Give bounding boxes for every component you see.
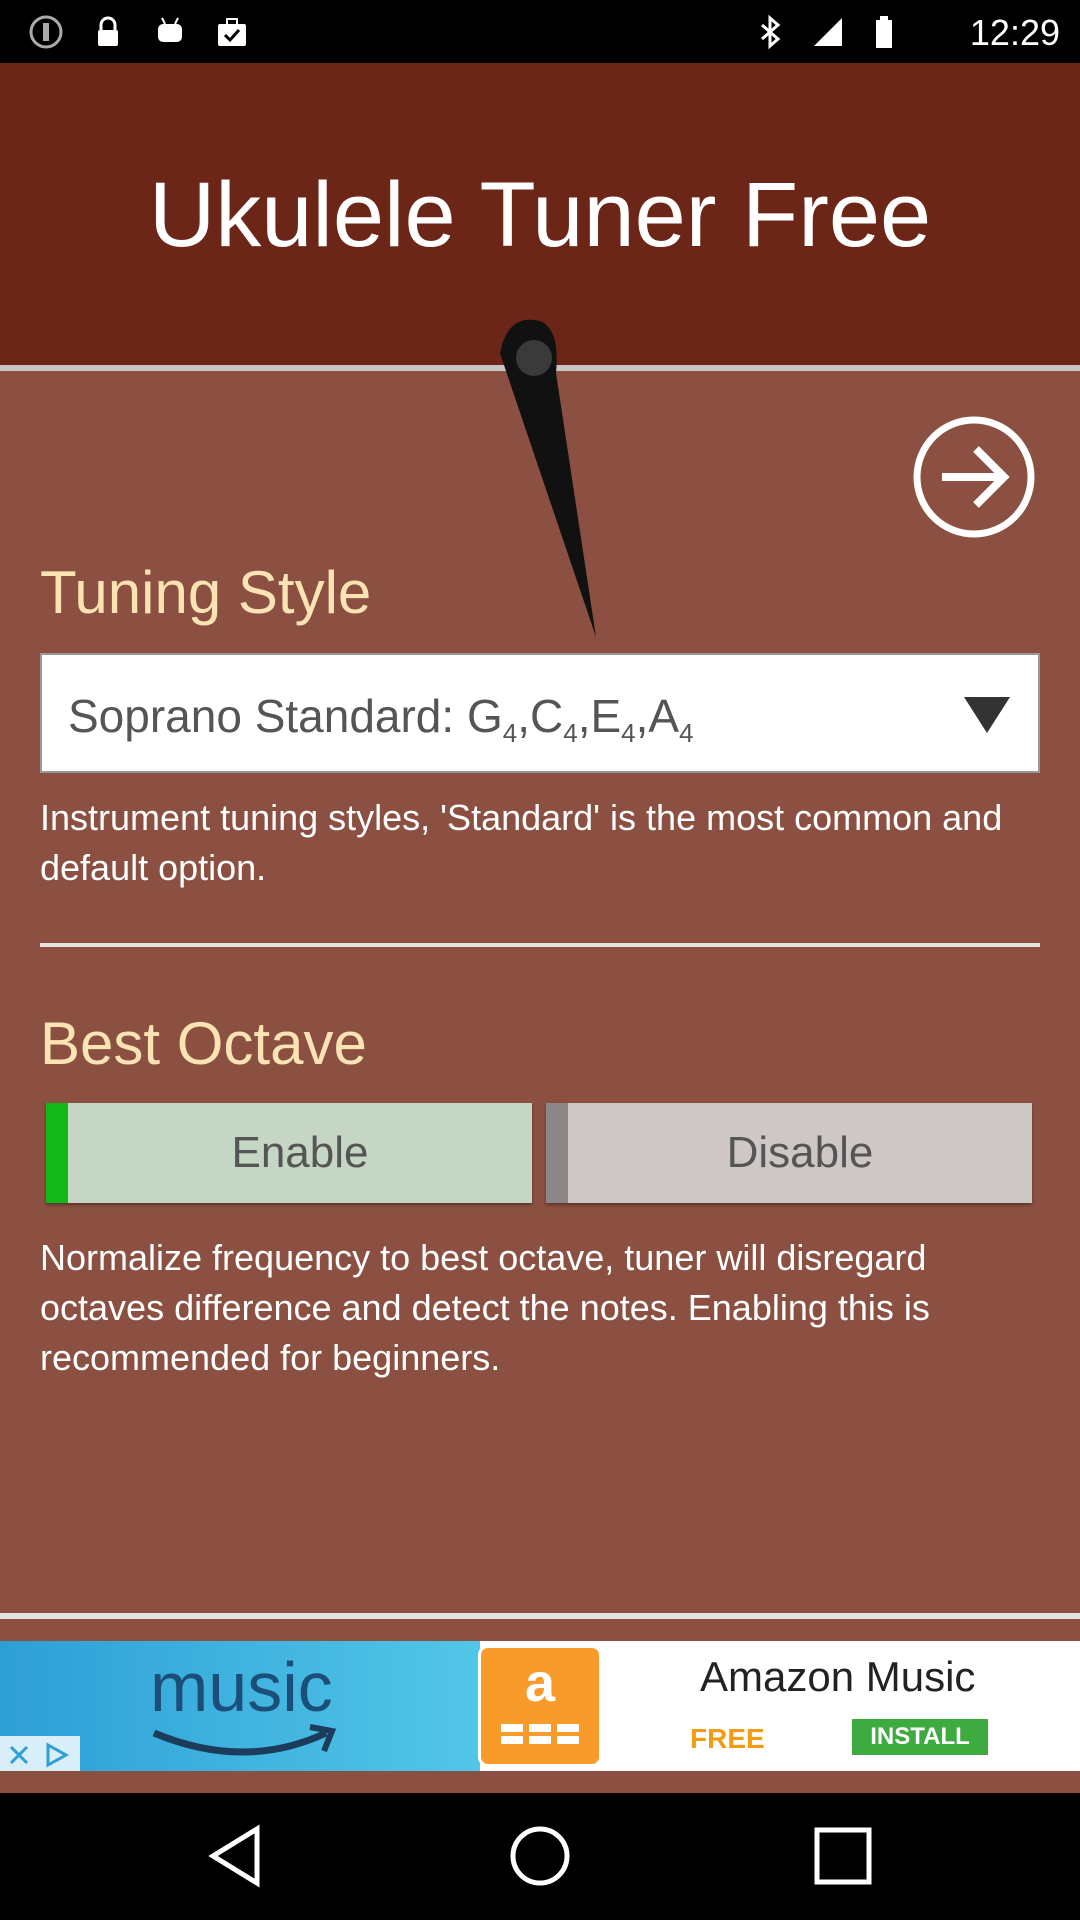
- amazon-smile-icon: [152, 1724, 337, 1756]
- signal-icon: [814, 18, 842, 46]
- app-title: Ukulele Tuner Free: [148, 164, 932, 266]
- adchoices-icon[interactable]: [44, 1742, 72, 1768]
- best-octave-heading: Best Octave: [40, 1010, 367, 1077]
- ad-price: FREE: [690, 1723, 765, 1754]
- status-bar: 12:29: [0, 0, 1080, 63]
- enable-button[interactable]: Enable: [46, 1103, 532, 1203]
- tuning-style-description: Instrument tuning styles, 'Standard' is …: [40, 797, 1003, 888]
- android-icon: [158, 17, 182, 42]
- bluetooth-icon: [761, 14, 781, 50]
- battery-icon: [876, 16, 892, 48]
- tuning-style-value: Soprano Standard: G4,C4,E4,A4: [68, 690, 694, 749]
- ad-install-button[interactable]: INSTALL: [852, 1719, 988, 1755]
- navigation-bar: [0, 1793, 1080, 1920]
- lock-icon: [98, 16, 118, 46]
- tuner-needle-icon: [500, 319, 596, 637]
- briefcase-check-icon: [218, 18, 246, 46]
- bottom-strip: [0, 1771, 1080, 1793]
- bottom-divider: [0, 1613, 1080, 1619]
- clock: 12:29: [969, 12, 1060, 53]
- back-triangle-icon[interactable]: [205, 1823, 271, 1889]
- best-octave-description: Normalize frequency to best octave, tune…: [40, 1237, 930, 1378]
- section-divider: [40, 943, 1040, 947]
- recents-square-icon[interactable]: [810, 1823, 876, 1889]
- disable-button[interactable]: Disable: [546, 1103, 1032, 1203]
- arrow-right-circle-icon[interactable]: [912, 415, 1036, 539]
- app-screen: Ukulele Tuner Free Tuning Style Soprano …: [0, 63, 1080, 1793]
- chevron-down-icon: [964, 697, 1010, 733]
- amazon-music-app-icon: a: [478, 1645, 602, 1767]
- tuning-style-dropdown[interactable]: Soprano Standard: G4,C4,E4,A4: [40, 653, 1040, 773]
- ad-banner[interactable]: music a Amazon Music FREE INSTALL: [0, 1641, 1080, 1771]
- ad-music-logo: music: [150, 1648, 333, 1726]
- tuning-style-heading: Tuning Style: [40, 559, 372, 626]
- info-icon: [29, 15, 63, 49]
- close-icon[interactable]: [8, 1744, 30, 1766]
- ad-close-controls[interactable]: [0, 1736, 80, 1771]
- home-circle-icon[interactable]: [507, 1823, 573, 1889]
- ad-app-name: Amazon Music: [700, 1653, 976, 1700]
